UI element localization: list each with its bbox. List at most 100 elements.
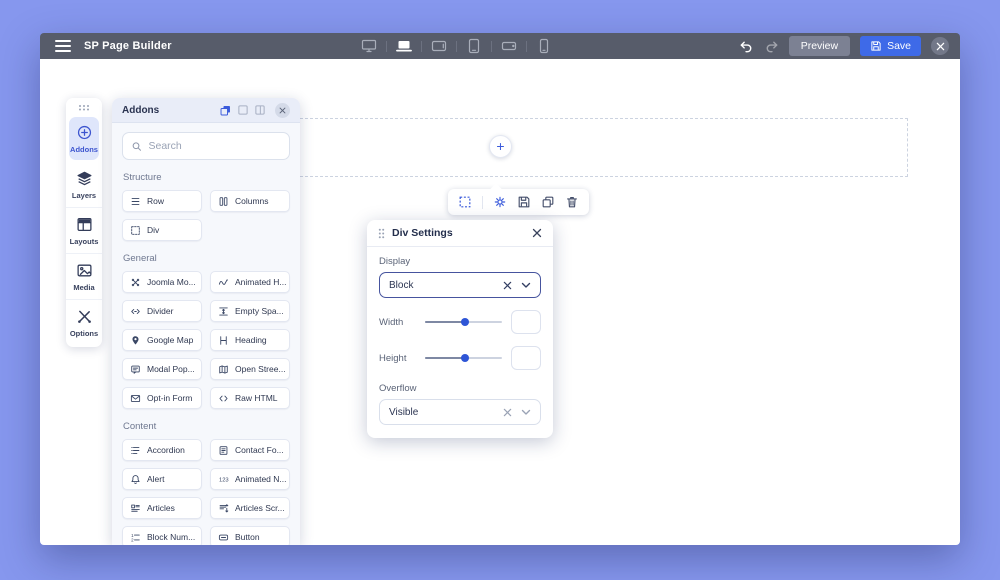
addon-label: Div bbox=[147, 225, 160, 235]
addon-modal-popup[interactable]: Modal Pop... bbox=[122, 358, 202, 380]
section-label-general: General bbox=[123, 253, 157, 264]
dock-right-icon[interactable] bbox=[254, 104, 266, 116]
chevron-down-icon[interactable] bbox=[521, 409, 531, 416]
sidebar-item-addons[interactable]: Addons bbox=[69, 117, 99, 160]
addon-contact-form[interactable]: Contact Fo... bbox=[210, 439, 290, 461]
addon-alert[interactable]: Alert bbox=[122, 468, 202, 490]
addon-block-number[interactable]: 12 Block Num... bbox=[122, 526, 202, 545]
delete-trash-icon[interactable] bbox=[565, 195, 579, 209]
addon-raw-html[interactable]: Raw HTML bbox=[210, 387, 290, 409]
addon-label: Columns bbox=[235, 196, 269, 206]
save-addon-icon[interactable] bbox=[517, 195, 531, 209]
search-input[interactable] bbox=[148, 140, 281, 152]
redo-icon[interactable] bbox=[764, 39, 779, 54]
width-field-row: Width bbox=[379, 310, 541, 334]
device-tablet-portrait-icon[interactable] bbox=[463, 36, 485, 56]
addon-articles-scroller[interactable]: Articles Scr... bbox=[210, 497, 290, 519]
addon-label: Accordion bbox=[147, 445, 185, 455]
addon-animated-number[interactable]: 123 Animated N... bbox=[210, 468, 290, 490]
addon-articles[interactable]: Articles bbox=[122, 497, 202, 519]
chevron-down-icon[interactable] bbox=[521, 282, 531, 289]
modal-popup-icon bbox=[131, 365, 140, 374]
device-preview-switcher bbox=[358, 33, 555, 59]
dock-left-icon[interactable] bbox=[237, 104, 249, 116]
addon-row[interactable]: Row bbox=[122, 190, 202, 212]
device-tablet-landscape-icon[interactable] bbox=[428, 36, 450, 56]
addon-empty-space[interactable]: Empty Spa... bbox=[210, 300, 290, 322]
addon-label: Contact Fo... bbox=[235, 445, 284, 455]
columns-icon bbox=[219, 196, 228, 206]
add-row-button[interactable]: + bbox=[489, 135, 512, 158]
svg-text:123: 123 bbox=[219, 477, 229, 483]
addon-label: Alert bbox=[147, 474, 165, 484]
bell-icon bbox=[131, 474, 140, 484]
addon-label: Empty Spa... bbox=[235, 306, 284, 316]
addon-joomla-module[interactable]: Joomla Mo... bbox=[122, 271, 202, 293]
div-settings-body: Display Block Width Height Overflow Visi… bbox=[367, 247, 553, 438]
addon-columns[interactable]: Columns bbox=[210, 190, 290, 212]
addon-animated-heading[interactable]: Animated H... bbox=[210, 271, 290, 293]
accordion-icon bbox=[131, 446, 140, 454]
addon-open-street-map[interactable]: Open Stree... bbox=[210, 358, 290, 380]
detach-panel-icon[interactable] bbox=[219, 104, 232, 117]
sidebar-drag-handle-icon[interactable] bbox=[66, 98, 102, 115]
addons-panel: Addons Structure bbox=[112, 98, 300, 545]
animated-heading-icon bbox=[218, 278, 228, 285]
addon-div[interactable]: Div bbox=[122, 219, 202, 241]
envelope-icon bbox=[130, 394, 141, 402]
sidebar-item-layers[interactable]: Layers bbox=[66, 162, 102, 207]
addon-label: Opt-in Form bbox=[147, 393, 193, 403]
close-popup-icon[interactable] bbox=[532, 228, 542, 238]
structure-addons-grid: Row Columns Div bbox=[122, 190, 290, 241]
width-slider-knob[interactable] bbox=[461, 318, 470, 326]
device-separator bbox=[421, 40, 422, 52]
sidebar-item-layouts[interactable]: Layouts bbox=[66, 207, 102, 253]
display-select[interactable]: Block bbox=[379, 272, 541, 298]
addon-button[interactable]: Button bbox=[210, 526, 290, 545]
duplicate-icon[interactable] bbox=[541, 195, 555, 209]
addon-heading[interactable]: Heading bbox=[210, 329, 290, 351]
height-slider[interactable] bbox=[425, 351, 502, 365]
sidebar-item-label: Options bbox=[69, 329, 99, 338]
display-value: Block bbox=[389, 279, 414, 291]
sidebar-item-label: Layouts bbox=[69, 237, 99, 246]
addon-accordion[interactable]: Accordion bbox=[122, 439, 202, 461]
tools-icon bbox=[77, 310, 91, 323]
addon-google-map[interactable]: Google Map bbox=[122, 329, 202, 351]
popup-drag-handle-icon[interactable] bbox=[378, 228, 385, 239]
div-handle-icon[interactable] bbox=[458, 195, 472, 209]
addon-label: Divider bbox=[147, 306, 174, 316]
close-icon bbox=[279, 107, 286, 113]
divider-icon bbox=[131, 308, 140, 314]
addon-divider[interactable]: Divider bbox=[122, 300, 202, 322]
close-addons-panel-button[interactable] bbox=[275, 102, 290, 118]
close-builder-button[interactable] bbox=[931, 37, 949, 55]
clear-icon[interactable] bbox=[503, 281, 512, 290]
width-slider[interactable] bbox=[425, 315, 502, 329]
height-input[interactable] bbox=[511, 346, 541, 370]
undo-icon[interactable] bbox=[739, 39, 754, 54]
sidebar-item-media[interactable]: Media bbox=[66, 253, 102, 299]
device-laptop-icon[interactable] bbox=[393, 36, 415, 56]
device-desktop-icon[interactable] bbox=[358, 36, 380, 56]
device-mobile-landscape-icon[interactable] bbox=[498, 36, 520, 56]
overflow-select[interactable]: Visible bbox=[379, 399, 541, 425]
save-floppy-icon bbox=[871, 41, 881, 51]
device-mobile-portrait-icon[interactable] bbox=[533, 36, 555, 56]
save-button[interactable]: Save bbox=[860, 36, 921, 56]
height-slider-knob[interactable] bbox=[461, 354, 470, 362]
section-label-structure: Structure bbox=[123, 172, 162, 183]
content-addons-grid: Accordion Contact Fo... Alert 123 Animat… bbox=[122, 439, 290, 545]
sidebar-item-options[interactable]: Options bbox=[66, 299, 102, 345]
width-input[interactable] bbox=[511, 310, 541, 334]
hamburger-menu-icon[interactable] bbox=[55, 39, 71, 53]
settings-gear-icon[interactable] bbox=[493, 195, 507, 209]
preview-button[interactable]: Preview bbox=[788, 36, 851, 56]
height-field-row: Height bbox=[379, 346, 541, 370]
block-number-icon: 12 bbox=[131, 532, 140, 542]
clear-icon[interactable] bbox=[503, 408, 512, 417]
topbar-actions: Preview Save bbox=[739, 36, 960, 56]
addon-optin-form[interactable]: Opt-in Form bbox=[122, 387, 202, 409]
addon-label: Joomla Mo... bbox=[147, 277, 196, 287]
builder-sidebar: Addons Layers Layouts Media Options bbox=[66, 98, 102, 347]
